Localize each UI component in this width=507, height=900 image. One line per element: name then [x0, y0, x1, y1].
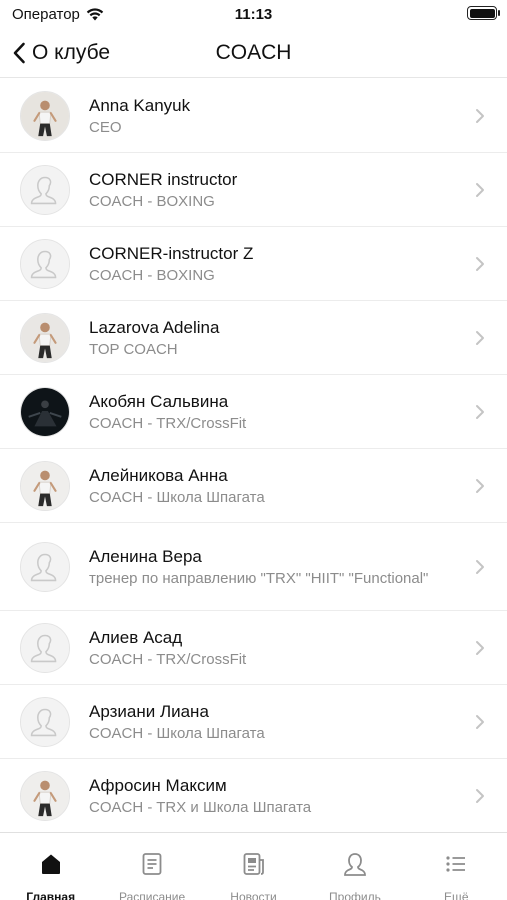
- tab-bar: Главная Расписание Новости Профиль Ещё: [0, 832, 507, 900]
- avatar-placeholder-icon: [20, 696, 70, 747]
- avatar: [20, 386, 70, 437]
- chevron-right-icon: [476, 714, 484, 729]
- tab-label: Расписание: [119, 890, 186, 900]
- coach-role: CEO: [89, 118, 122, 136]
- coach-role: TOP COACH: [89, 340, 178, 358]
- tab-schedule[interactable]: Расписание: [101, 833, 202, 900]
- profile-icon: [342, 851, 368, 882]
- coach-role: COACH - Школа Шпагата: [89, 724, 265, 742]
- avatar: [20, 312, 70, 363]
- tab-news[interactable]: Новости: [203, 833, 304, 900]
- chevron-right-icon: [476, 108, 484, 123]
- coach-role: COACH - BOXING: [89, 266, 215, 284]
- coach-name: Алейникова Анна: [89, 465, 228, 485]
- news-icon: [241, 851, 267, 882]
- page-title: COACH: [215, 41, 292, 64]
- chevron-right-icon: [476, 182, 484, 197]
- battery-icon: [467, 6, 500, 20]
- avatar-placeholder-icon: [20, 238, 70, 289]
- more-icon: [443, 851, 469, 882]
- coach-row[interactable]: Алиев Асад COACH - TRX/CrossFit: [0, 611, 507, 685]
- coach-info: CORNER-instructor Z COACH - BOXING: [89, 243, 483, 285]
- coach-name: Арзиани Лиана: [89, 701, 209, 721]
- coach-name: Акобян Сальвина: [89, 391, 229, 411]
- coach-name: Anna Kanyuk: [89, 95, 191, 115]
- chevron-right-icon: [476, 256, 484, 271]
- chevron-right-icon: [476, 559, 484, 574]
- home-icon: [38, 851, 64, 882]
- coach-role: COACH - TRX/CrossFit: [89, 650, 247, 668]
- coach-role: COACH - TRX/CrossFit: [89, 414, 247, 432]
- coach-name: Аленина Вера: [89, 546, 202, 566]
- chevron-right-icon: [476, 330, 484, 345]
- coach-info: Акобян Сальвина COACH - TRX/CrossFit: [89, 391, 483, 433]
- avatar-placeholder-icon: [20, 622, 70, 673]
- coach-name: CORNER instructor: [89, 169, 238, 189]
- coach-info: Алиев Асад COACH - TRX/CrossFit: [89, 627, 483, 669]
- avatar: [20, 770, 70, 821]
- coach-role: COACH - BOXING: [89, 192, 215, 210]
- chevron-right-icon: [476, 478, 484, 493]
- coach-info: Арзиани Лиана COACH - Школа Шпагата: [89, 701, 483, 743]
- coach-name: Афросин Максим: [89, 775, 227, 795]
- status-time: 11:13: [234, 6, 273, 23]
- coach-list: Anna Kanyuk CEO CORNER instructor COACH - B…: [0, 79, 507, 833]
- avatar: [20, 460, 70, 511]
- coach-row[interactable]: Lazarova Adelina TOP COACH: [0, 301, 507, 375]
- coach-row[interactable]: Афросин Максим COACH - TRX и Школа Шпагат…: [0, 759, 507, 833]
- coach-info: Афросин Максим COACH - TRX и Школа Шпагат…: [89, 775, 483, 817]
- tab-label: Профиль: [329, 890, 381, 900]
- schedule-icon: [139, 851, 165, 882]
- coach-row[interactable]: Алейникова Анна COACH - Школа Шпагата: [0, 449, 507, 523]
- coach-info: Алейникова Анна COACH - Школа Шпагата: [89, 465, 483, 507]
- coach-info: Lazarova Adelina TOP COACH: [89, 317, 483, 359]
- coach-name: Алиев Асад: [89, 627, 183, 647]
- coach-role: тренер по направлению "TRX" "HIIT" "Func…: [89, 569, 429, 587]
- coach-row[interactable]: Акобян Сальвина COACH - TRX/CrossFit: [0, 375, 507, 449]
- status-bar: Оператор 11:13: [0, 0, 507, 30]
- tab-label: Ещё: [444, 890, 469, 900]
- coach-role: COACH - TRX и Школа Шпагата: [89, 798, 312, 816]
- tab-more[interactable]: Ещё: [406, 833, 507, 900]
- coach-row[interactable]: Anna Kanyuk CEO: [0, 79, 507, 153]
- chevron-right-icon: [476, 404, 484, 419]
- coach-row[interactable]: Аленина Вера тренер по направлению "TRX" …: [0, 523, 507, 611]
- coach-info: CORNER instructor COACH - BOXING: [89, 169, 483, 211]
- coach-name: CORNER-instructor Z: [89, 243, 254, 263]
- coach-row[interactable]: Арзиани Лиана COACH - Школа Шпагата: [0, 685, 507, 759]
- coach-row[interactable]: CORNER-instructor Z COACH - BOXING: [0, 227, 507, 301]
- avatar-placeholder-icon: [20, 541, 70, 592]
- coach-role: COACH - Школа Шпагата: [89, 488, 265, 506]
- avatar: [20, 90, 70, 141]
- coach-row[interactable]: CORNER instructor COACH - BOXING: [0, 153, 507, 227]
- coach-info: Anna Kanyuk CEO: [89, 95, 483, 137]
- tab-label: Главная: [26, 890, 76, 900]
- navigation-bar: О клубе COACH: [0, 30, 507, 78]
- chevron-right-icon: [476, 788, 484, 803]
- coach-info: Аленина Вера тренер по направлению "TRX" …: [89, 546, 483, 588]
- avatar-placeholder-icon: [20, 164, 70, 215]
- tab-profile[interactable]: Профиль: [304, 833, 405, 900]
- tab-label: Новости: [230, 890, 277, 900]
- chevron-right-icon: [476, 640, 484, 655]
- tab-home[interactable]: Главная: [0, 833, 101, 900]
- coach-name: Lazarova Adelina: [89, 317, 220, 337]
